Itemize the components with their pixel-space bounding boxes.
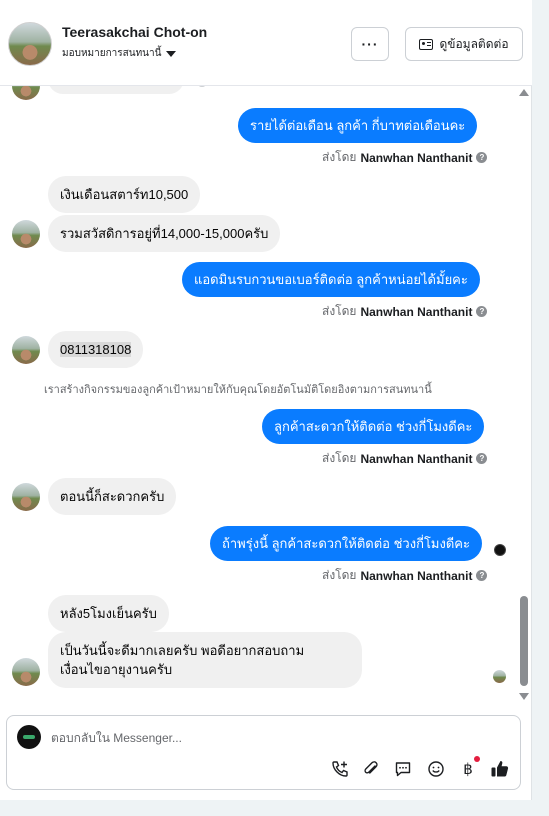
message-bubble-outgoing[interactable]: รายได้ต่อเดือน ลูกค้า กี่บาทต่อเดือนคะ [238,108,478,143]
caret-down-icon [166,50,177,57]
message-bubble-outgoing[interactable]: ถ้าพรุ่งนี้ ลูกค้าสะดวกให้ติดต่อ ช่วงกี่… [210,526,482,561]
message-bubble-incoming[interactable]: เป็นวันนี้จะดีมากเลยครับ พอดีอยากสอบถาม … [48,632,362,688]
sent-by-prefix: ส่งโดย [322,150,357,164]
sent-by-label: ส่งโดย Nanwhan Nanthanit ? [322,148,488,167]
message-list: รายได้ต่อเดือน ลูกค้า กี่บาทต่อเดือนคะ ส… [0,86,532,700]
message-bubble-incoming[interactable]: หลัง5โมงเย็นครับ [48,595,169,632]
contact-name[interactable]: Teerasakchai Chot-on [62,24,207,40]
message-bubble-outgoing[interactable]: ลูกค้าสะดวกให้ติดต่อ ช่วงกี่โมงดีคะ [262,409,485,444]
page-avatar [17,725,41,749]
payment-baht-icon[interactable]: ฿ [458,759,478,779]
contact-avatar-small [12,86,40,100]
more-options-button[interactable]: ··· [351,27,389,61]
conversation-header: Teerasakchai Chot-on มอบหมายการสนทนานี้ … [0,0,532,86]
assign-conversation-dropdown[interactable]: มอบหมายการสนทนานี้ [62,46,177,61]
scroll-down-arrow-icon[interactable] [519,693,529,700]
contact-avatar-small [12,336,40,364]
contact-avatar-small [12,220,40,248]
message-bubble-incoming[interactable]: รวมสวัสดิการอยู่ที่14,000-15,000ครับ [48,215,281,252]
sent-by-name: Nanwhan Nanthanit [360,304,473,319]
notification-dot [474,756,480,762]
contact-avatar-small [12,658,40,686]
view-contact-info-label: ดูข้อมูลติดต่อ [439,36,509,51]
reaction-icons-clipped [198,86,206,87]
attachment-icon[interactable] [361,759,381,779]
help-icon[interactable]: ? [476,152,488,163]
message-bubble-incoming[interactable]: 0811318108 [48,331,144,368]
sent-by-label: ส่งโดย Nanwhan Nanthanit ? [322,449,488,468]
message-bubble-incoming[interactable]: เงินเดือนสตาร์ท10,500 [48,176,201,213]
contact-card-icon [419,38,434,50]
phone-number-text[interactable]: 0811318108 [60,342,132,357]
seen-by-contact-avatar [493,670,506,683]
sent-by-label: ส่งโดย Nanwhan Nanthanit ? [322,566,488,585]
sent-by-prefix: ส่งโดย [322,451,357,465]
help-icon[interactable]: ? [476,306,488,317]
saved-reply-icon[interactable] [393,759,413,779]
add-call-icon[interactable] [330,759,350,779]
reply-composer: ฿ [6,715,521,790]
like-icon[interactable] [490,759,510,779]
message-bubble-incoming-clipped [48,86,184,94]
conversation-panel: Teerasakchai Chot-on มอบหมายการสนทนานี้ … [0,0,532,800]
system-note: เราสร้างกิจกรรมของลูกค้าเป้าหมายให้กับคุ… [44,384,432,396]
scroll-up-arrow-icon[interactable] [519,89,529,96]
message-line: เป็นวันนี้จะดีมากเลยครับ พอดีอยากสอบถาม [60,643,305,658]
sent-by-label: ส่งโดย Nanwhan Nanthanit ? [322,302,488,321]
contact-avatar[interactable] [8,22,52,66]
help-icon[interactable]: ? [476,570,488,581]
sent-by-name: Nanwhan Nanthanit [360,451,473,466]
sent-by-name: Nanwhan Nanthanit [360,150,473,165]
assign-conversation-label: มอบหมายการสนทนานี้ [62,48,162,59]
sent-by-prefix: ส่งโดย [322,568,357,582]
message-bubble-incoming[interactable]: ตอนนี้ก็สะดวกครับ [48,478,177,515]
sent-by-prefix: ส่งโดย [322,304,357,318]
contact-avatar-small [12,483,40,511]
view-contact-info-button[interactable]: ดูข้อมูลติดต่อ [405,27,523,61]
message-line: เงื่อนไขอายุงานครับ [60,662,173,677]
reply-input[interactable] [51,728,491,748]
seen-by-page-avatar [494,544,506,556]
help-icon[interactable]: ? [476,453,488,464]
scrollbar-thumb[interactable] [520,596,528,686]
sent-by-name: Nanwhan Nanthanit [360,568,473,583]
message-bubble-outgoing[interactable]: แอดมินรบกวนขอเบอร์ติดต่อ ลูกค้าหน่อยได้ม… [182,262,480,297]
emoji-icon[interactable] [426,759,446,779]
